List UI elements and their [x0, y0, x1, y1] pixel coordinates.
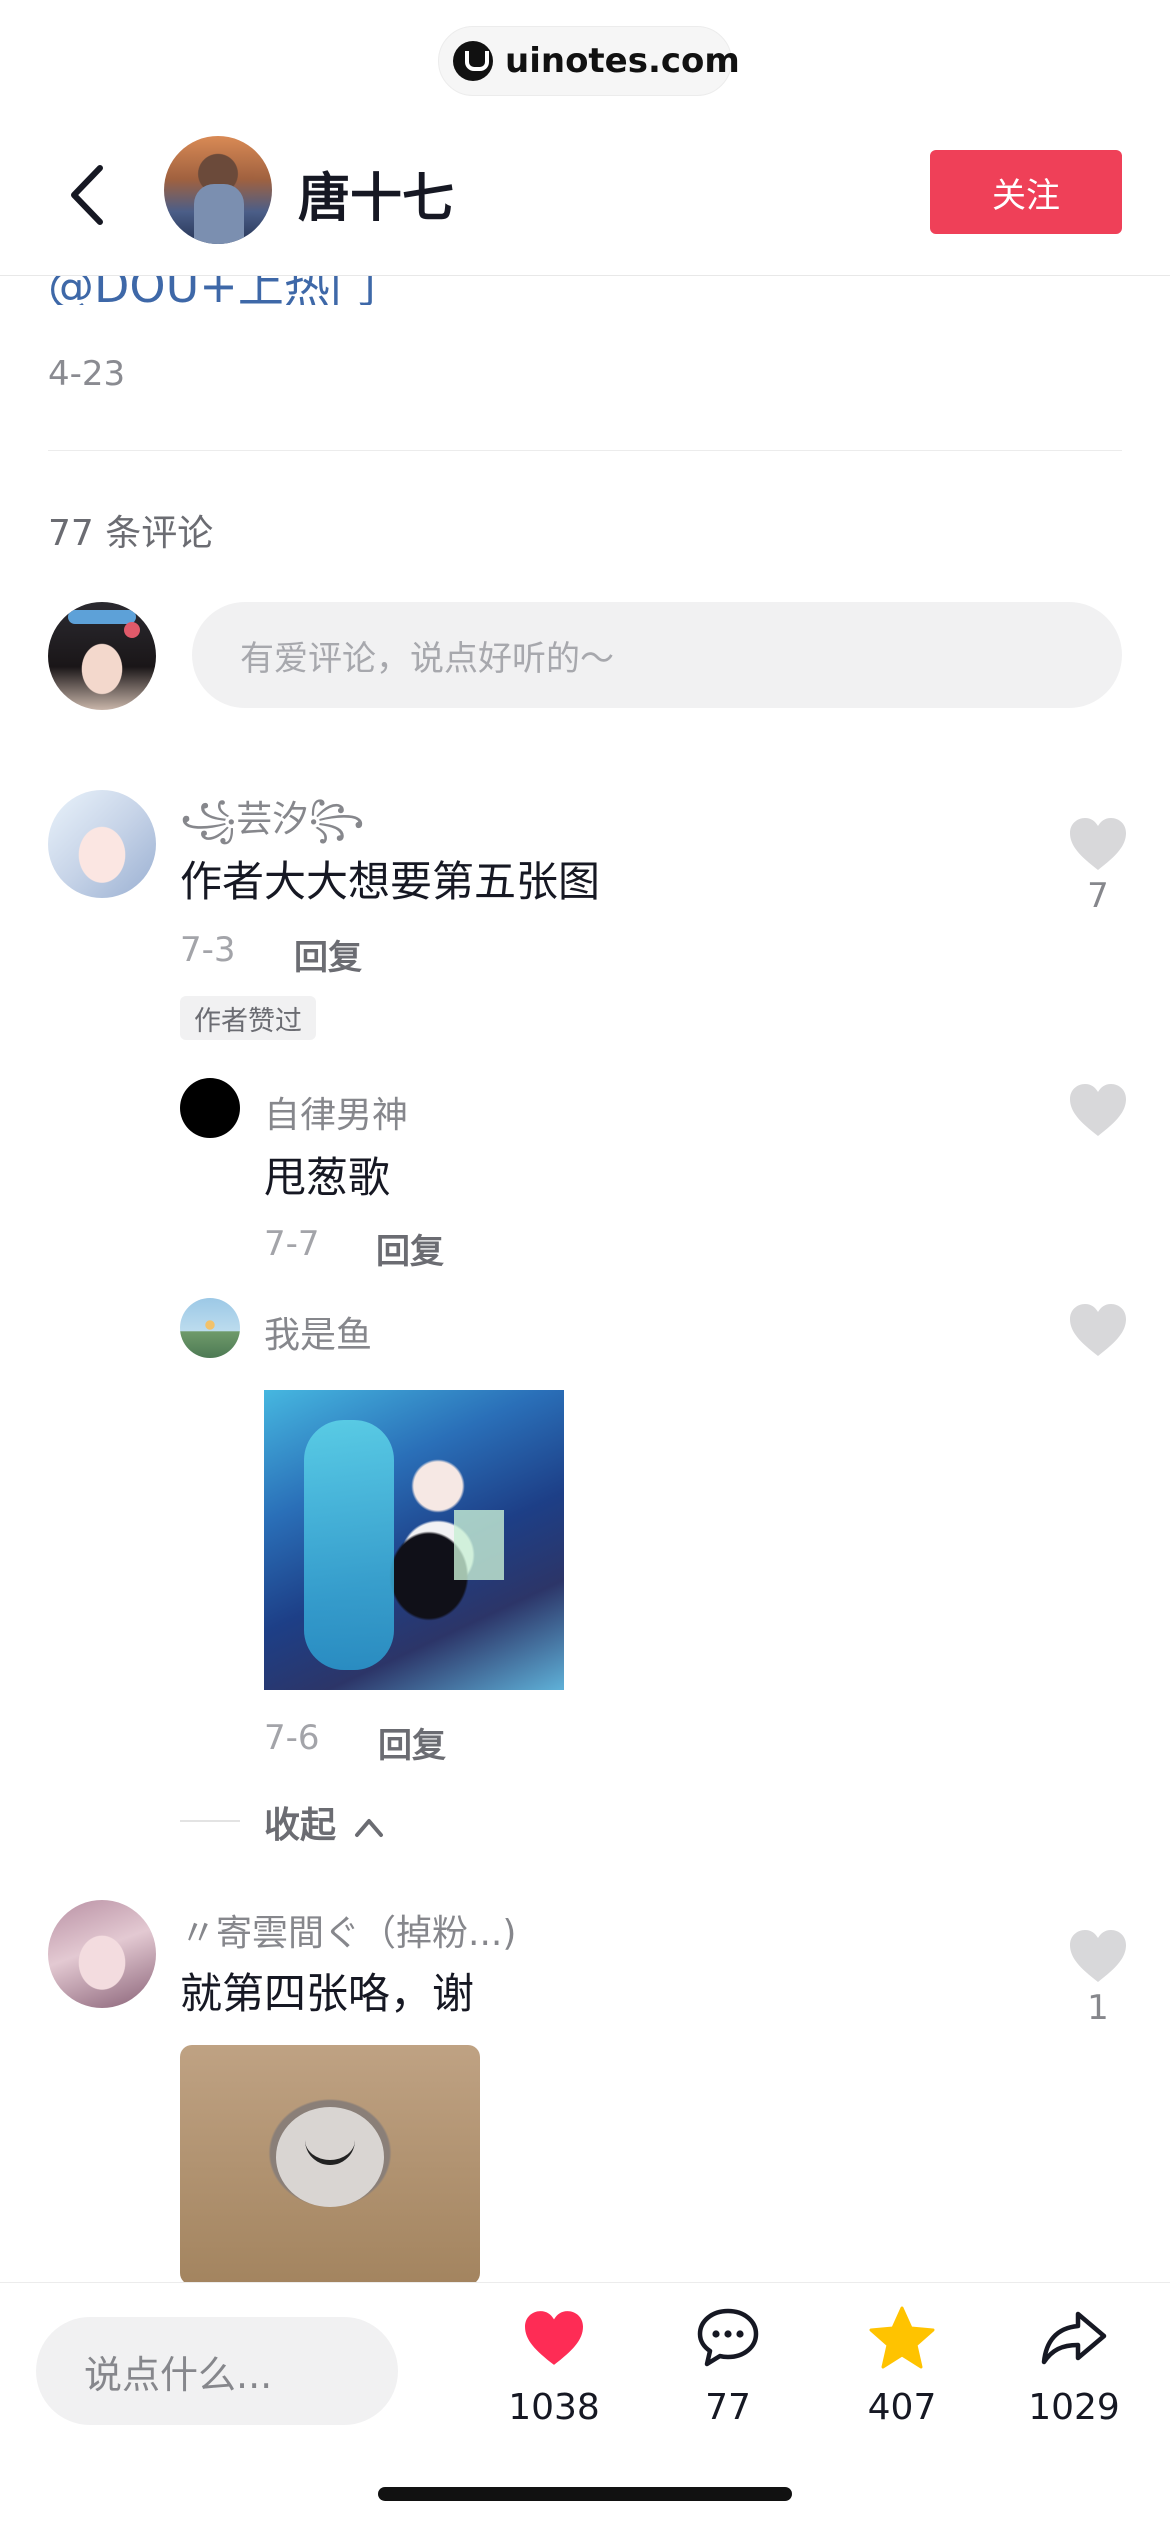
current-user-avatar [48, 602, 156, 710]
comment-button[interactable]: 77 [658, 2303, 798, 2428]
reply-like-button[interactable] [1068, 1082, 1128, 1138]
commenter-avatar[interactable] [48, 790, 156, 898]
comment-text: 就第四张咯，谢 [180, 1969, 475, 2018]
comment-input[interactable]: 有爱评论，说点好听的～ [192, 602, 1122, 708]
heart-icon [525, 2311, 583, 2365]
share-button[interactable]: 1029 [1004, 2303, 1144, 2428]
say-something-input[interactable]: 说点什么... [36, 2317, 398, 2425]
divider [48, 450, 1122, 451]
comment-like-count: 7 [1087, 876, 1109, 916]
reply-like-button[interactable] [1068, 1302, 1128, 1358]
reply-button[interactable]: 回复 [376, 1224, 444, 1273]
author-name[interactable]: 唐十七 [298, 156, 454, 231]
reply-button[interactable]: 回复 [294, 930, 362, 979]
comment-date: 7-3 [180, 930, 236, 970]
author-liked-badge: 作者赞过 [180, 996, 316, 1040]
heart-icon [1070, 1930, 1126, 1982]
uinotes-logo-icon [453, 41, 493, 81]
share-arrow-icon [1041, 2311, 1107, 2365]
star-icon [869, 2306, 935, 2369]
reply-avatar[interactable] [180, 1078, 240, 1138]
like-button[interactable]: 1038 [484, 2303, 624, 2428]
chevron-up-icon [354, 1819, 383, 1837]
follow-button[interactable]: 关注 [930, 150, 1122, 234]
reply-username[interactable]: 我是鱼 [264, 1306, 372, 1358]
share-count: 1029 [1028, 2387, 1120, 2428]
post-date: 4-23 [48, 354, 126, 394]
favorite-count: 407 [867, 2387, 937, 2428]
commenter-avatar[interactable] [48, 1900, 156, 2008]
comment-count-label: 77 条评论 [48, 513, 214, 554]
collapse-label: 收起 [264, 1805, 337, 1846]
back-button[interactable] [56, 162, 126, 232]
like-count: 1038 [508, 2387, 600, 2428]
favorite-button[interactable]: 407 [832, 2303, 972, 2428]
comment-like-button[interactable] [1068, 1928, 1128, 1984]
home-indicator [378, 2487, 792, 2501]
top-nav-bar: 唐十七 关注 [0, 120, 1170, 276]
heart-icon [1070, 1304, 1126, 1356]
comment-username[interactable]: 〃寄雲間ぐ（掉粉...) [180, 1904, 516, 1956]
heart-icon [1070, 818, 1126, 870]
author-avatar[interactable] [164, 136, 272, 244]
comment-like-button[interactable] [1068, 816, 1128, 872]
collapse-replies-button[interactable]: 收起 [264, 1796, 385, 1848]
comment-like-count: 1 [1087, 1988, 1109, 2028]
reply-image-anime-girl[interactable] [264, 1390, 564, 1690]
comment-count: 77 [705, 2387, 751, 2428]
reply-date: 7-7 [264, 1224, 320, 1264]
reply-text: 甩葱歌 [264, 1153, 391, 1202]
reply-avatar[interactable] [180, 1298, 240, 1358]
reply-username[interactable]: 自律男神 [264, 1086, 408, 1138]
comment-bubble-icon [697, 2308, 759, 2367]
comment-text: 作者大大想要第五张图 [180, 857, 601, 906]
comment-sticker-image[interactable] [180, 2045, 480, 2285]
watermark-text: uinotes.com [505, 41, 740, 81]
collapse-divider [180, 1820, 240, 1822]
chevron-left-icon [71, 165, 103, 225]
reply-date: 7-6 [264, 1718, 320, 1758]
heart-icon [1070, 1084, 1126, 1136]
reply-button[interactable]: 回复 [378, 1718, 446, 1767]
watermark: uinotes.com [438, 26, 740, 96]
